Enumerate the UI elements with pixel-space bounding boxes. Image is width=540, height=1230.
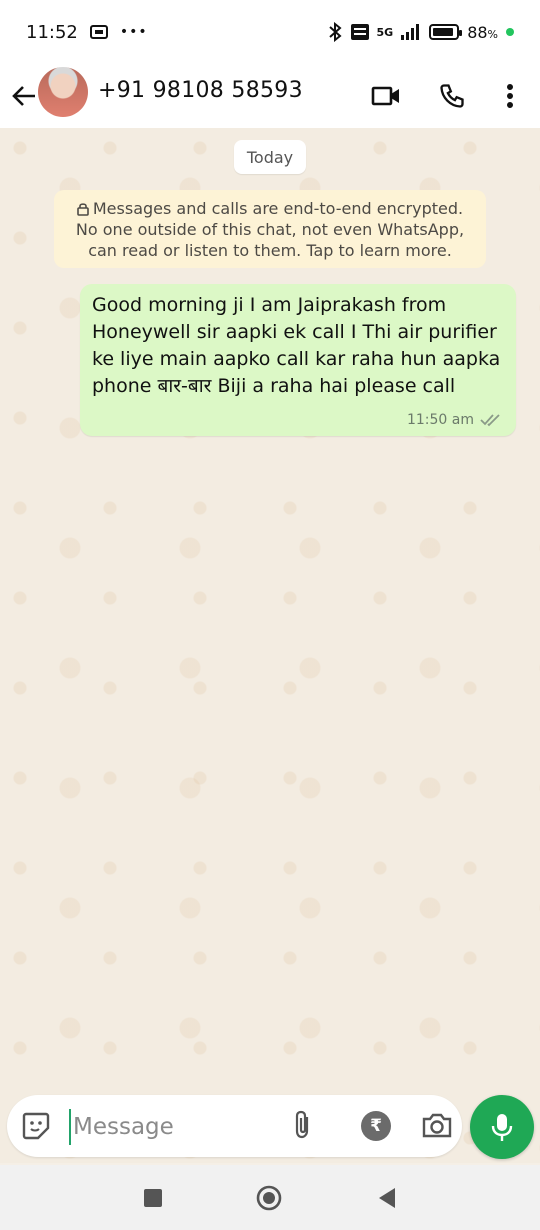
voice-message-button[interactable]	[470, 1095, 534, 1159]
video-call-icon	[371, 86, 399, 106]
message-time: 11:50 am	[406, 412, 474, 428]
lock-icon	[77, 203, 89, 216]
voice-call-button[interactable]	[432, 76, 472, 116]
encryption-notice[interactable]: Messages and calls are end-to-end encryp…	[54, 190, 486, 268]
system-navigation-bar	[0, 1165, 540, 1230]
battery-icon	[429, 24, 463, 40]
signal-icon	[401, 24, 421, 40]
contact-name[interactable]: +91 98108 58593	[98, 78, 303, 103]
sticker-icon	[22, 1112, 50, 1140]
network-type: 5G	[376, 25, 394, 39]
message-text: Good morning ji I am Jaiprakash from Hon…	[92, 294, 501, 397]
recents-button[interactable]	[140, 1185, 166, 1211]
back-nav-button[interactable]	[374, 1185, 400, 1211]
square-icon	[144, 1189, 162, 1207]
status-time: 11:52	[26, 21, 78, 43]
circle-icon	[256, 1185, 282, 1211]
message-bubble-outgoing[interactable]: Good morning ji I am Jaiprakash from Hon…	[80, 284, 516, 436]
more-vertical-icon	[507, 84, 513, 108]
message-input[interactable]	[69, 1109, 285, 1145]
triangle-back-icon	[379, 1188, 395, 1208]
chat-area[interactable]: Today Messages and calls are end-to-end …	[0, 128, 540, 1163]
privacy-indicator-dot	[506, 28, 514, 36]
notification-icon	[89, 25, 108, 39]
arrow-left-icon	[12, 86, 35, 106]
avatar[interactable]	[38, 67, 88, 117]
home-button[interactable]	[256, 1185, 282, 1211]
back-button[interactable]	[8, 78, 40, 114]
message-meta: 11:50 am	[407, 412, 502, 428]
phone-icon	[440, 84, 464, 108]
status-more-dots: •••	[119, 24, 148, 40]
double-check-icon	[480, 414, 500, 427]
video-call-button[interactable]	[366, 76, 406, 116]
camera-button[interactable]	[421, 1111, 453, 1141]
paperclip-icon	[295, 1110, 309, 1139]
rupee-icon: ₹	[370, 1116, 382, 1136]
camera-icon	[422, 1113, 452, 1138]
chat-header: +91 98108 58593	[0, 64, 540, 128]
message-composer: ₹	[7, 1095, 462, 1157]
volte-icon	[350, 24, 369, 40]
bluetooth-icon	[327, 22, 343, 42]
encryption-notice-text: Messages and calls are end-to-end encryp…	[75, 199, 465, 260]
mic-icon	[491, 1114, 513, 1141]
sticker-button[interactable]	[21, 1111, 51, 1141]
attach-button[interactable]	[291, 1109, 321, 1143]
date-chip: Today	[234, 140, 306, 174]
more-options-button[interactable]	[490, 76, 530, 116]
status-bar: 11:52 ••• 5G 88%	[0, 0, 540, 64]
payment-button[interactable]: ₹	[361, 1111, 391, 1141]
battery-percent: 88%	[467, 22, 498, 42]
